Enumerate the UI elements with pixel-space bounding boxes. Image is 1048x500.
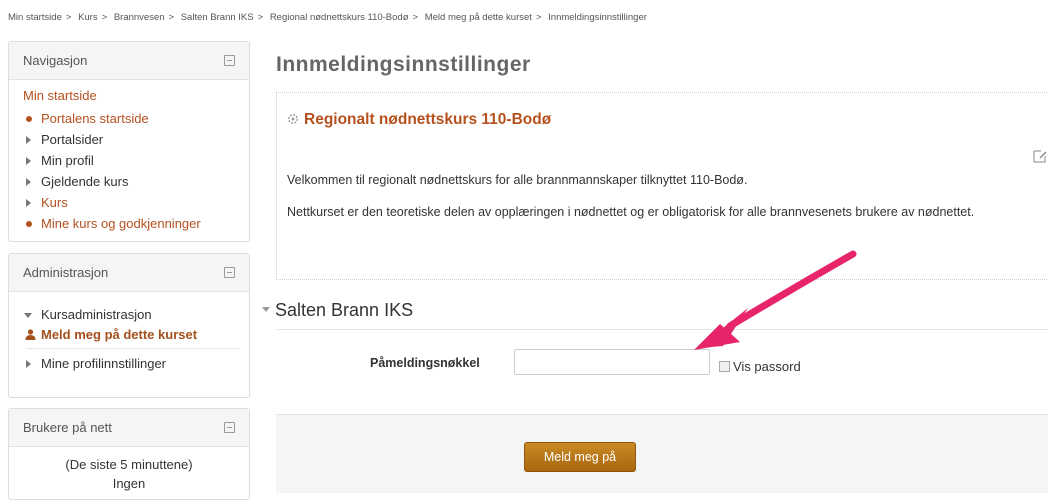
course-icon: [288, 114, 298, 124]
enrolment-key-label: Påmeldingsnøkkel: [370, 356, 480, 370]
collapse-icon[interactable]: [224, 55, 235, 66]
navigation-block-header: Navigasjon: [9, 42, 249, 80]
nav-item-my-courses[interactable]: Mine kurs og godkjenninger: [23, 213, 249, 234]
expand-icon: [26, 360, 31, 368]
breadcrumb-courses[interactable]: Kurs: [78, 12, 98, 23]
administration-block: Administrasjon Kursadministrasjon Meld m…: [8, 253, 250, 398]
online-none: Ingen: [112, 476, 146, 491]
breadcrumb-enrol[interactable]: Meld meg på dette kurset: [425, 12, 532, 23]
user-icon: [25, 329, 36, 340]
expand-icon: [26, 178, 31, 186]
breadcrumb-home[interactable]: Min startside: [8, 12, 62, 23]
enrol-me-link[interactable]: Meld meg på dette kurset: [23, 325, 219, 344]
online-users-block: Brukere på nett (De siste 5 minuttene) I…: [8, 408, 250, 500]
nav-item-course-admin[interactable]: Kursadministrasjon: [23, 304, 249, 325]
expand-icon: [26, 199, 31, 207]
chevron-down-icon: [262, 307, 270, 312]
course-description-1: Velkommen til regionalt nødnettskurs for…: [287, 173, 748, 187]
form-action-bar: Meld meg på: [276, 414, 1048, 493]
nav-item-current-course[interactable]: Gjeldende kurs: [23, 171, 249, 192]
enrol-section-legend[interactable]: Salten Brann IKS: [262, 300, 413, 321]
administration-block-title: Administrasjon: [23, 265, 109, 280]
expand-icon: [26, 136, 31, 144]
nav-item-courses[interactable]: Kurs: [23, 192, 249, 213]
breadcrumb-current: Innmeldingsinnstillinger: [548, 12, 647, 23]
online-users-block-header: Brukere på nett: [9, 409, 249, 447]
edit-icon[interactable]: [1033, 149, 1047, 163]
breadcrumb: Min startside > Kurs > Brannvesen > Salten …: [8, 12, 647, 23]
navigation-block-title: Navigasjon: [23, 53, 88, 68]
enrolment-key-input[interactable]: [514, 349, 710, 375]
online-period: (De siste 5 minuttene): [65, 457, 193, 472]
nav-home-link[interactable]: Min startside: [23, 88, 249, 104]
bullet-icon: [26, 221, 32, 227]
collapse-triangle-icon: [24, 313, 32, 318]
breadcrumb-fire-service[interactable]: Brannvesen: [114, 12, 165, 23]
course-description-2: Nettkurset er den teoretiske delen av op…: [287, 205, 975, 219]
checkbox-icon[interactable]: [719, 361, 730, 372]
expand-icon: [26, 157, 31, 165]
nav-item-portal-home[interactable]: Portalens startside: [23, 108, 249, 129]
breadcrumb-salten[interactable]: Salten Brann IKS: [181, 12, 254, 23]
navigation-block: Navigasjon Min startside Portalens start…: [8, 41, 250, 242]
enrol-me-button[interactable]: Meld meg på: [524, 442, 636, 472]
bullet-icon: [26, 116, 32, 122]
online-users-block-title: Brukere på nett: [23, 420, 112, 435]
administration-block-header: Administrasjon: [9, 254, 249, 292]
nav-item-portal-pages[interactable]: Portalsider: [23, 129, 249, 150]
collapse-icon[interactable]: [224, 422, 235, 433]
nav-item-profile-settings[interactable]: Mine profilinnstillinger: [23, 353, 249, 374]
course-summary-box: Regionalt nødnettskurs 110-Bodø Velkomme…: [276, 92, 1048, 280]
breadcrumb-course[interactable]: Regional nødnettskurs 110-Bodø: [270, 12, 409, 23]
collapse-icon[interactable]: [224, 267, 235, 278]
course-name: Regionalt nødnettskurs 110-Bodø: [287, 111, 551, 129]
show-password-checkbox[interactable]: Vis passord: [719, 359, 801, 374]
annotation-arrow-icon: [694, 250, 857, 350]
nav-item-my-profile[interactable]: Min profil: [23, 150, 249, 171]
page-title: Innmeldingsinnstillinger: [276, 53, 531, 76]
